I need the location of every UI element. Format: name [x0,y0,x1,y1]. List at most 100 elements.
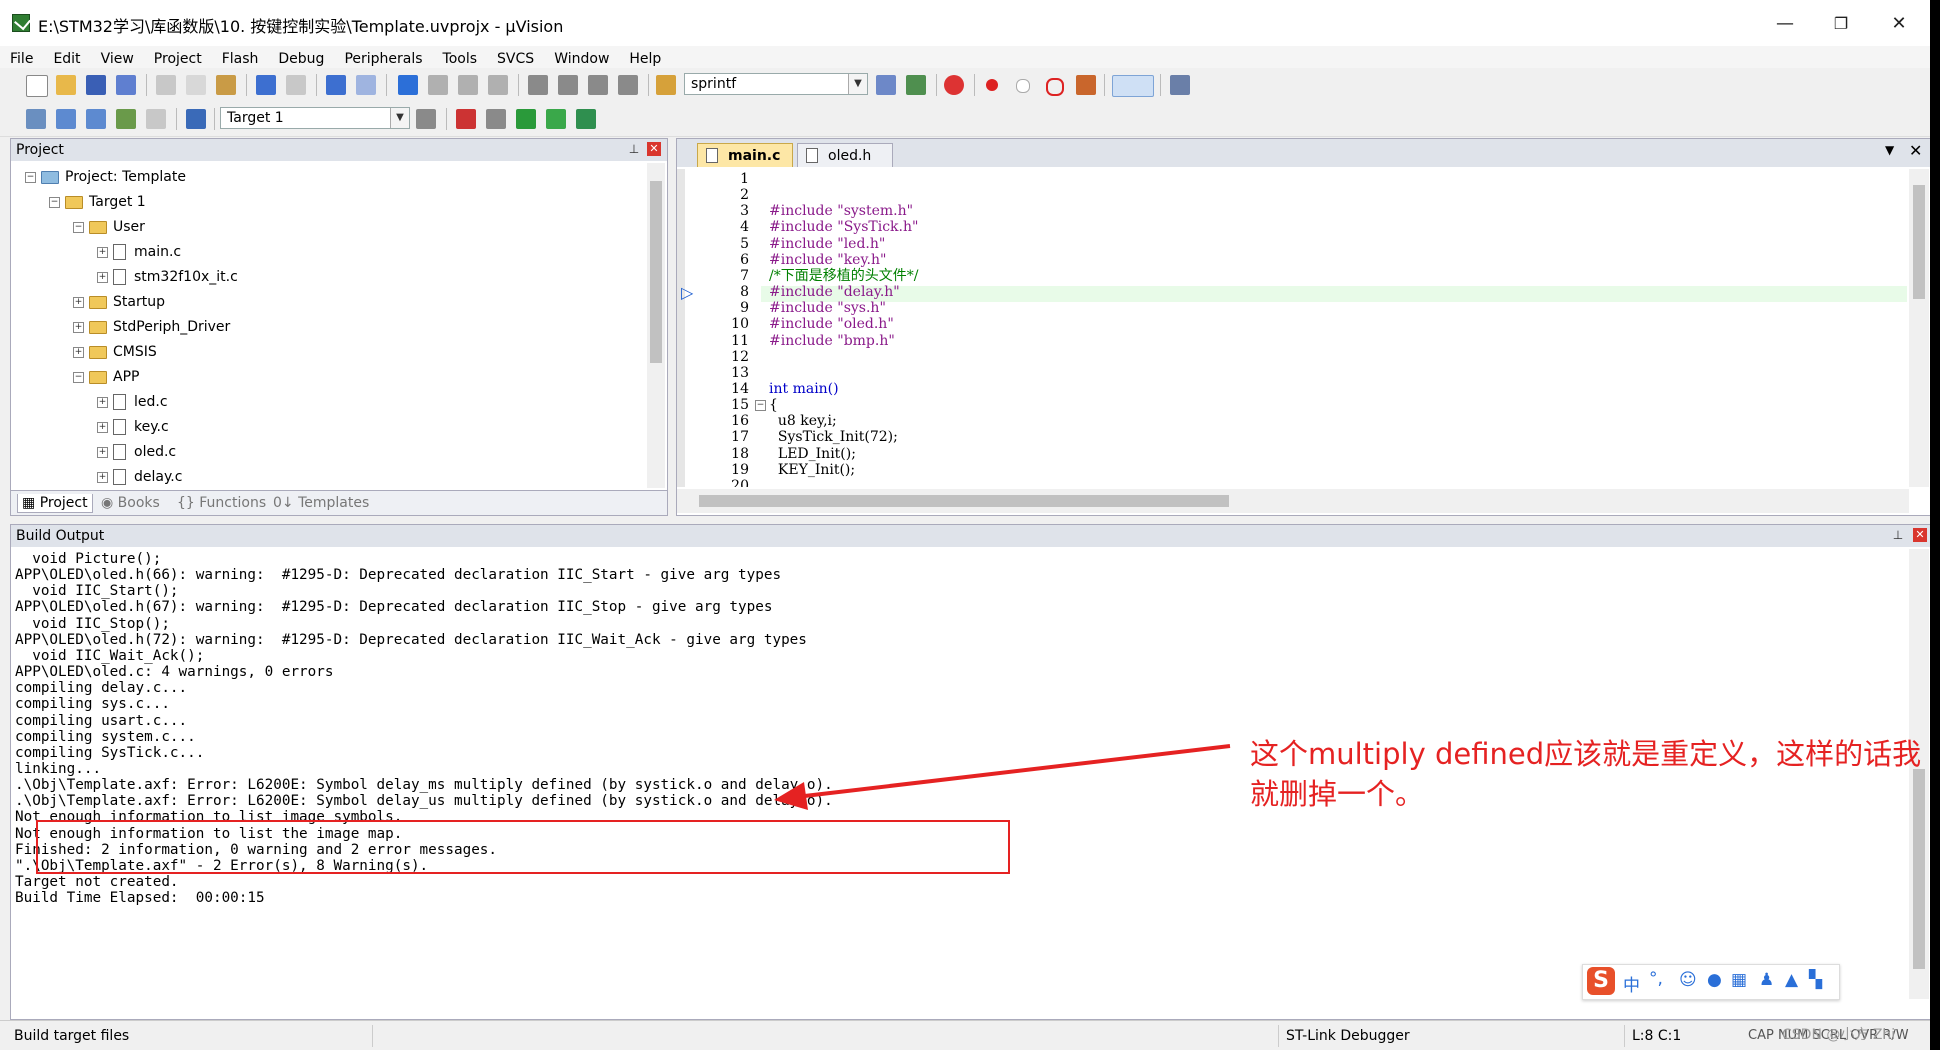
editor-vscrollbar[interactable] [1909,169,1929,487]
tree-folder-project-template[interactable]: − Project: Template [25,167,186,187]
menu-view[interactable]: View [101,51,134,67]
find-icon[interactable] [876,75,896,95]
paste-icon[interactable] [216,75,236,95]
new-file-icon[interactable] [26,75,48,97]
expand-icon[interactable]: + [73,297,84,308]
menu-project[interactable]: Project [154,51,202,67]
scroll-thumb[interactable] [650,181,662,363]
tree-file-stm32f10x-it-c[interactable]: + stm32f10x_it.c [97,267,238,287]
ime-lang[interactable]: 中 [1623,971,1640,996]
window-layout-icon[interactable] [1112,75,1154,97]
cut-icon[interactable] [156,75,176,95]
scroll-thumb[interactable] [1913,185,1925,299]
chevron-down-icon[interactable]: ▼ [390,108,409,128]
expand-icon[interactable]: + [73,322,84,333]
menu-debug[interactable]: Debug [278,51,324,67]
target-options-icon[interactable] [416,109,436,129]
translate-icon[interactable] [26,109,46,129]
tab-project[interactable]: ▦ Project [17,494,93,513]
user-icon[interactable]: ♟ [1759,970,1774,990]
configure-icon[interactable] [1170,75,1190,95]
uncomment-icon[interactable] [618,75,638,95]
ime-punct[interactable]: °, [1649,969,1663,989]
menu-help[interactable]: Help [629,51,661,67]
close-button[interactable]: ✕ [1870,0,1928,46]
breakpoint-icon[interactable] [986,79,998,91]
undo-icon[interactable] [256,75,276,95]
batch-build-icon[interactable] [116,109,136,129]
pack-installer-icon[interactable] [516,109,536,129]
tree-folder-app[interactable]: − APP [73,367,139,387]
keyboard-icon[interactable]: ▦ [1731,970,1747,990]
mic-icon[interactable]: ● [1707,970,1722,990]
expand-icon[interactable]: + [97,472,108,483]
emoji-icon[interactable]: ☺ [1679,970,1697,990]
collapse-icon[interactable]: − [73,372,84,383]
expand-icon[interactable]: + [97,422,108,433]
pin-icon[interactable]: ⊥ [627,142,641,156]
tree-folder-user[interactable]: − User [73,217,145,237]
stop-build-icon[interactable] [146,109,166,129]
tree-folder-startup[interactable]: + Startup [73,292,165,312]
incremental-find-icon[interactable] [906,75,926,95]
tab-main-c[interactable]: main.c [697,143,793,167]
tree-folder-cmsis[interactable]: + CMSIS [73,342,157,362]
code-area[interactable]: ▷ 1 2 3 #include "system.h" 4 #include "SysTic… [677,169,1907,487]
navigate-back-icon[interactable] [326,75,346,95]
tab-templates[interactable]: 0↓ Templates [273,494,369,512]
menu-peripherals[interactable]: Peripherals [344,51,422,67]
pack-update-icon[interactable] [576,109,596,129]
minimize-button[interactable]: — [1756,0,1814,46]
chevron-down-icon[interactable]: ▼ [848,74,867,94]
expand-icon[interactable]: + [97,272,108,283]
manage-components-icon[interactable] [456,109,476,129]
menu-edit[interactable]: Edit [53,51,80,67]
copy-icon[interactable] [186,75,206,95]
tab-functions[interactable]: {} Functions [177,494,266,512]
collapse-icon[interactable]: − [25,172,36,183]
clear-bookmarks-icon[interactable] [488,75,508,95]
tree-file-key-c[interactable]: + key.c [97,417,169,437]
save-all-icon[interactable] [116,75,136,95]
tab-oled-h[interactable]: oled.h [797,143,893,167]
rebuild-icon[interactable] [86,109,106,129]
menu-grid-icon[interactable]: ▚ [1809,970,1822,990]
collapse-icon[interactable]: − [49,197,60,208]
tab-list-dropdown-icon[interactable]: ▼ [1885,143,1894,157]
close-editor-icon[interactable]: ✕ [1909,141,1922,160]
expand-icon[interactable]: + [97,447,108,458]
tree-file-delay-c[interactable]: + delay.c [97,467,182,487]
expand-icon[interactable]: + [97,247,108,258]
restore-button[interactable]: ❐ [1812,0,1870,46]
tree-file-led-c[interactable]: + led.c [97,392,168,412]
tree-file-oled-c[interactable]: + oled.c [97,442,176,462]
project-scrollbar[interactable] [647,163,665,488]
close-panel-icon[interactable]: ✕ [647,142,661,156]
redo-icon[interactable] [286,75,306,95]
prev-bookmark-icon[interactable] [428,75,448,95]
menu-svcs[interactable]: SVCS [497,51,534,67]
kill-breakpoints-icon[interactable] [1076,75,1096,95]
disable-all-breakpoints-icon[interactable] [1046,78,1064,96]
fold-icon[interactable]: − [755,400,766,412]
scroll-thumb[interactable] [699,495,1229,507]
download-icon[interactable] [186,109,206,129]
target-combo[interactable]: Target 1 ▼ [220,107,410,129]
pin-icon[interactable]: ⊥ [1891,528,1905,542]
bookmark-icon[interactable] [398,75,418,95]
run-time-env-icon[interactable] [546,109,566,129]
debug-session-icon[interactable] [944,75,964,95]
tree-file-main-c[interactable]: + main.c [97,242,181,262]
menu-window[interactable]: Window [554,51,609,67]
unindent-icon[interactable] [558,75,578,95]
disable-breakpoint-icon[interactable] [1016,79,1030,93]
close-panel-icon[interactable]: ✕ [1913,528,1927,542]
tree-folder-target-1[interactable]: − Target 1 [49,192,146,212]
find-combo[interactable]: sprintf ▼ [684,73,868,95]
menu-flash[interactable]: Flash [222,51,259,67]
collapse-icon[interactable]: − [73,222,84,233]
save-icon[interactable] [86,75,106,95]
editor-hscrollbar[interactable] [677,489,1909,513]
open-folder-icon[interactable] [56,75,76,95]
comment-icon[interactable] [588,75,608,95]
